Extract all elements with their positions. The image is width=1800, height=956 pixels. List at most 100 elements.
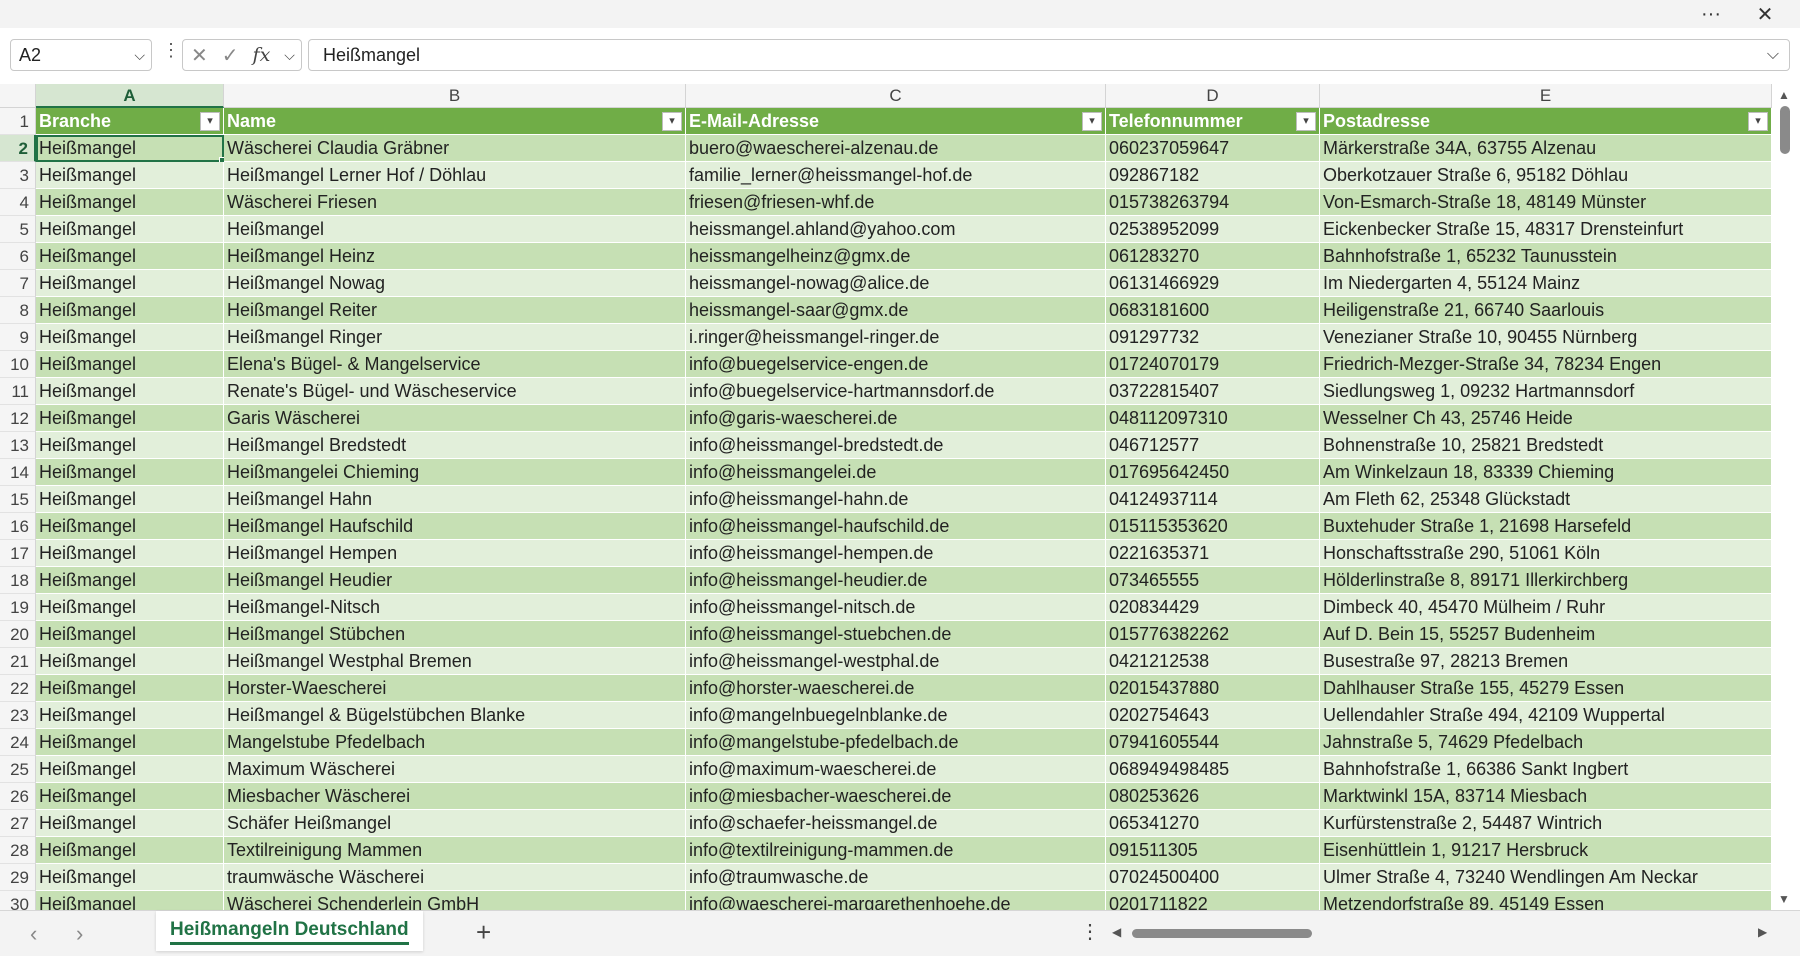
cell-name[interactable]: Heißmangel: [224, 216, 686, 243]
cell-name[interactable]: Heißmangel Westphal Bremen: [224, 648, 686, 675]
cell-name[interactable]: Heißmangel Ringer: [224, 324, 686, 351]
cell-telefon[interactable]: 06131466929: [1106, 270, 1320, 297]
cell-email[interactable]: info@maximum-waescherei.de: [686, 756, 1106, 783]
chevron-down-icon[interactable]: ⌵: [284, 47, 295, 64]
tab-options-icon[interactable]: ⋮: [1080, 919, 1100, 944]
cell-branche[interactable]: Heißmangel: [36, 702, 224, 729]
cell-name[interactable]: Heißmangel Lerner Hof / Döhlau: [224, 162, 686, 189]
cell-email[interactable]: info@buegelservice-engen.de: [686, 351, 1106, 378]
cell-email[interactable]: info@textilreinigung-mammen.de: [686, 837, 1106, 864]
row-header[interactable]: 24: [0, 729, 36, 756]
cell-name[interactable]: Heißmangel Haufschild: [224, 513, 686, 540]
cell-telefon[interactable]: 04124937114: [1106, 486, 1320, 513]
cell-telefon[interactable]: 015776382262: [1106, 621, 1320, 648]
column-header-a[interactable]: A: [36, 84, 224, 108]
cell-telefon[interactable]: 07024500400: [1106, 864, 1320, 891]
cell-telefon[interactable]: 0421212538: [1106, 648, 1320, 675]
row-header[interactable]: 16: [0, 513, 36, 540]
cell-postadresse[interactable]: Bahnhofstraße 1, 66386 Sankt Ingbert: [1320, 756, 1772, 783]
cell-email[interactable]: info@mangelstube-pfedelbach.de: [686, 729, 1106, 756]
cell-postadresse[interactable]: Siedlungsweg 1, 09232 Hartmannsdorf: [1320, 378, 1772, 405]
cell-telefon[interactable]: 07941605544: [1106, 729, 1320, 756]
cell-postadresse[interactable]: Hölderlinstraße 8, 89171 Illerkirchberg: [1320, 567, 1772, 594]
cell-telefon[interactable]: 080253626: [1106, 783, 1320, 810]
cell-postadresse[interactable]: Venezianer Straße 10, 90455 Nürnberg: [1320, 324, 1772, 351]
cell-branche[interactable]: Heißmangel: [36, 756, 224, 783]
cell-telefon[interactable]: 020834429: [1106, 594, 1320, 621]
cell-email[interactable]: info@heissmangel-haufschild.de: [686, 513, 1106, 540]
cell-postadresse[interactable]: Jahnstraße 5, 74629 Pfedelbach: [1320, 729, 1772, 756]
cell-telefon[interactable]: 092867182: [1106, 162, 1320, 189]
row-header[interactable]: 29: [0, 864, 36, 891]
cell-postadresse[interactable]: Busestraße 97, 28213 Bremen: [1320, 648, 1772, 675]
cell-email[interactable]: info@heissmangel-stuebchen.de: [686, 621, 1106, 648]
cell-telefon[interactable]: 065341270: [1106, 810, 1320, 837]
cell-telefon[interactable]: 03722815407: [1106, 378, 1320, 405]
filter-dropdown-icon[interactable]: ▾: [200, 112, 220, 131]
close-icon[interactable]: ✕: [1742, 0, 1788, 28]
cell-postadresse[interactable]: Am Fleth 62, 25348 Glückstadt: [1320, 486, 1772, 513]
cell-name[interactable]: Wäscherei Claudia Gräbner: [224, 135, 686, 162]
cell-email[interactable]: info@mangelnbuegelnblanke.de: [686, 702, 1106, 729]
cell-branche[interactable]: Heißmangel: [36, 135, 224, 162]
cell-email[interactable]: friesen@friesen-whf.de: [686, 189, 1106, 216]
cell-email[interactable]: info@heissmangel-heudier.de: [686, 567, 1106, 594]
row-header[interactable]: 21: [0, 648, 36, 675]
scroll-right-icon[interactable]: ▶: [1758, 925, 1767, 939]
header-cell-branche[interactable]: Branche: [36, 108, 224, 135]
cell-name[interactable]: Heißmangel Stübchen: [224, 621, 686, 648]
cell-email[interactable]: info@traumwasche.de: [686, 864, 1106, 891]
cell-postadresse[interactable]: Kurfürstenstraße 2, 54487 Wintrich: [1320, 810, 1772, 837]
cell-telefon[interactable]: 015115353620: [1106, 513, 1320, 540]
cell-branche[interactable]: Heißmangel: [36, 351, 224, 378]
cell-postadresse[interactable]: Heiligenstraße 21, 66740 Saarlouis: [1320, 297, 1772, 324]
cell-email[interactable]: info@garis-waescherei.de: [686, 405, 1106, 432]
row-header[interactable]: 26: [0, 783, 36, 810]
row-header[interactable]: 5: [0, 216, 36, 243]
cell-email[interactable]: info@schaefer-heissmangel.de: [686, 810, 1106, 837]
cell-telefon[interactable]: 060237059647: [1106, 135, 1320, 162]
cell-postadresse[interactable]: Dimbeck 40, 45470 Mülheim / Ruhr: [1320, 594, 1772, 621]
cell-postadresse[interactable]: Uellendahler Straße 494, 42109 Wuppertal: [1320, 702, 1772, 729]
cell-email[interactable]: i.ringer@heissmangel-ringer.de: [686, 324, 1106, 351]
cell-branche[interactable]: Heißmangel: [36, 675, 224, 702]
cell-name[interactable]: Garis Wäscherei: [224, 405, 686, 432]
row-header[interactable]: 28: [0, 837, 36, 864]
cell-branche[interactable]: Heißmangel: [36, 810, 224, 837]
add-sheet-button[interactable]: +: [476, 917, 491, 948]
cell-branche[interactable]: Heißmangel: [36, 540, 224, 567]
row-header[interactable]: 17: [0, 540, 36, 567]
row-header[interactable]: 4: [0, 189, 36, 216]
cell-postadresse[interactable]: Auf D. Bein 15, 55257 Budenheim: [1320, 621, 1772, 648]
row-header[interactable]: 6: [0, 243, 36, 270]
cell-name[interactable]: Schäfer Heißmangel: [224, 810, 686, 837]
cell-name[interactable]: Horster-Waescherei: [224, 675, 686, 702]
cell-branche[interactable]: Heißmangel: [36, 297, 224, 324]
row-header[interactable]: 13: [0, 432, 36, 459]
cell-name[interactable]: Heißmangel & Bügelstübchen Blanke: [224, 702, 686, 729]
cell-name[interactable]: Maximum Wäscherei: [224, 756, 686, 783]
cell-name[interactable]: Heißmangel Hempen: [224, 540, 686, 567]
row-header[interactable]: 20: [0, 621, 36, 648]
cell-postadresse[interactable]: Oberkotzauer Straße 6, 95182 Döhlau: [1320, 162, 1772, 189]
cell-branche[interactable]: Heißmangel: [36, 270, 224, 297]
cell-name[interactable]: Heißmangel Hahn: [224, 486, 686, 513]
cell-postadresse[interactable]: Im Niedergarten 4, 55124 Mainz: [1320, 270, 1772, 297]
column-header-e[interactable]: E: [1320, 84, 1772, 108]
more-options-icon[interactable]: ···: [1688, 0, 1734, 28]
row-header[interactable]: 23: [0, 702, 36, 729]
cell-postadresse[interactable]: Bohnenstraße 10, 25821 Bredstedt: [1320, 432, 1772, 459]
cell-email[interactable]: info@heissmangel-westphal.de: [686, 648, 1106, 675]
scroll-down-icon[interactable]: ▼: [1778, 892, 1790, 906]
cell-postadresse[interactable]: Von-Esmarch-Straße 18, 48149 Münster: [1320, 189, 1772, 216]
cell-telefon[interactable]: 015738263794: [1106, 189, 1320, 216]
cell-telefon[interactable]: 068949498485: [1106, 756, 1320, 783]
cell-branche[interactable]: Heißmangel: [36, 729, 224, 756]
cell-email[interactable]: familie_lerner@heissmangel-hof.de: [686, 162, 1106, 189]
row-header[interactable]: 8: [0, 297, 36, 324]
cell-email[interactable]: info@miesbacher-waescherei.de: [686, 783, 1106, 810]
cell-name[interactable]: Heißmangel Reiter: [224, 297, 686, 324]
header-cell-postadresse[interactable]: Postadresse: [1320, 108, 1772, 135]
cell-name[interactable]: Wäscherei Friesen: [224, 189, 686, 216]
cell-email[interactable]: heissmangel-nowag@alice.de: [686, 270, 1106, 297]
